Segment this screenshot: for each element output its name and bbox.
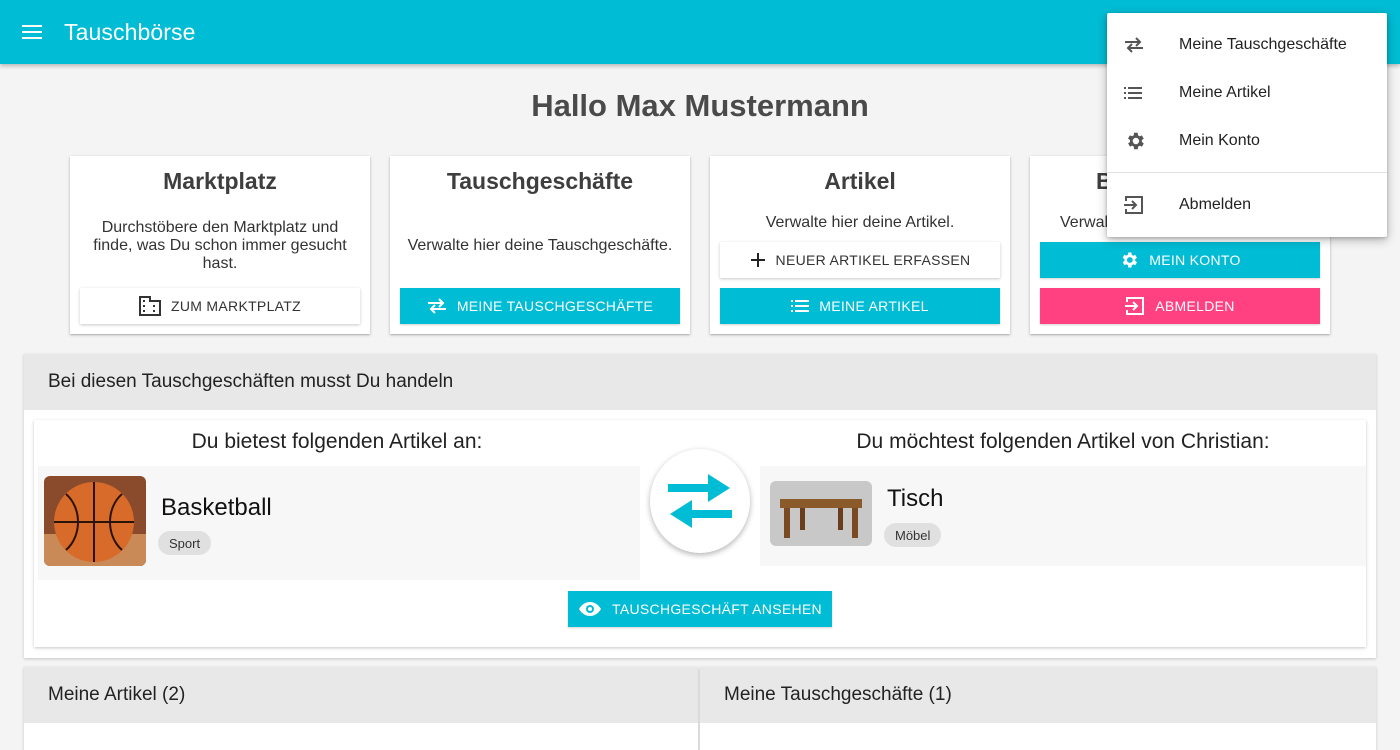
card-description: Verwalte hier deine Tauschgeschäfte. [407, 237, 673, 254]
button-label: MEINE TAUSCHGESCHÄFTE [456, 298, 654, 314]
basketball-image [44, 476, 146, 566]
user-dropdown-menu: Meine Tauschgeschäfte Meine Artikel Mein… [1107, 13, 1387, 237]
button-label: MEIN KONTO [1149, 252, 1241, 268]
offer-title: Du bietest folgenden Artikel an: [191, 430, 483, 453]
panel-header: Meine Tauschgeschäfte (1) [700, 667, 1376, 723]
card-tauschgeschaefte: Tauschgeschäfte Verwalte hier deine Taus… [390, 156, 690, 334]
offer-category-chip: Sport [158, 531, 212, 555]
menu-item-meine-artikel[interactable]: Meine Artikel [1107, 69, 1387, 117]
zum-marktplatz-button[interactable]: ZUM MARKTPLATZ [80, 288, 360, 324]
gear-icon [1128, 132, 1144, 150]
menu-item-meine-tauschgeschaefte[interactable]: Meine Tauschgeschäfte [1107, 21, 1387, 69]
menu-item-label: Mein Konto [1179, 132, 1260, 149]
app-title: Tauschbörse [64, 18, 196, 45]
swap-icon [668, 474, 732, 528]
card-description: Verwalte hier deine Artikel. [765, 214, 955, 231]
card-title: Marktplatz [163, 168, 277, 194]
swap-icon [1125, 37, 1143, 53]
gear-icon [1122, 252, 1138, 268]
offer-item-name: Basketball [161, 494, 272, 521]
logout-icon [1125, 297, 1145, 315]
button-label: ZUM MARKTPLATZ [171, 298, 301, 314]
view-trade-button[interactable]: TAUSCHGESCHÄFT ANSEHEN [568, 591, 832, 627]
card-title: Tauschgeschäfte [446, 168, 634, 194]
card-artikel: Artikel Verwalte hier deine Artikel. NEU… [710, 156, 1010, 334]
my-trades-panel: Meine Tauschgeschäfte (1) [700, 667, 1376, 750]
button-label: ABMELDEN [1155, 298, 1235, 314]
panel-header: Bei diesen Tauschgeschäften musst Du han… [24, 354, 1376, 410]
abmelden-button[interactable]: ABMELDEN [1040, 288, 1320, 324]
neuer-artikel-button[interactable]: NEUER ARTIKEL ERFASSEN [720, 242, 1000, 278]
list-icon [1124, 87, 1142, 99]
eye-icon [579, 602, 602, 616]
want-item-name: Tisch [887, 485, 944, 512]
menu-item-abmelden[interactable]: Abmelden [1107, 181, 1387, 229]
button-label: NEUER ARTIKEL ERFASSEN [775, 252, 971, 268]
menu-item-label: Meine Artikel [1179, 84, 1271, 101]
menu-divider [1107, 172, 1387, 173]
button-label: TAUSCHGESCHÄFT ANSEHEN [612, 601, 822, 617]
trade-card: Du bietest folgenden Artikel an: Basketb… [34, 420, 1366, 647]
logout-icon [1124, 196, 1143, 214]
my-items-panel: Meine Artikel (2) [24, 667, 698, 750]
table-image [770, 481, 872, 546]
building-icon [139, 296, 162, 316]
want-title: Du möchtest folgenden Artikel von Christ… [856, 430, 1270, 453]
list-icon [791, 300, 810, 312]
menu-item-label: Abmelden [1179, 196, 1252, 213]
want-category-chip: Möbel [884, 523, 942, 547]
swap-indicator [650, 449, 750, 553]
mein-konto-button[interactable]: MEIN KONTO [1040, 242, 1320, 278]
trade-action-panel: Bei diesen Tauschgeschäften musst Du han… [24, 354, 1376, 658]
want-item[interactable]: Tisch Möbel [760, 466, 1366, 566]
meine-tauschgeschaefte-button[interactable]: MEINE TAUSCHGESCHÄFTE [400, 288, 680, 324]
card-description: Durchstöbere den Marktplatz und finde, w… [93, 219, 347, 272]
swap-icon [427, 298, 446, 314]
panel-header: Meine Artikel (2) [24, 667, 698, 723]
menu-item-mein-konto[interactable]: Mein Konto [1107, 117, 1387, 165]
card-title: Artikel [824, 168, 896, 194]
card-marktplatz: Marktplatz Durchstöbere den Marktplatz u… [70, 156, 370, 334]
plus-icon [750, 253, 765, 267]
menu-item-label: Meine Tauschgeschäfte [1179, 36, 1347, 53]
button-label: MEINE ARTIKEL [819, 298, 929, 314]
menu-icon [22, 25, 42, 39]
menu-button[interactable] [0, 0, 64, 64]
offer-item[interactable]: Basketball Sport [38, 466, 640, 580]
meine-artikel-button[interactable]: MEINE ARTIKEL [720, 288, 1000, 324]
